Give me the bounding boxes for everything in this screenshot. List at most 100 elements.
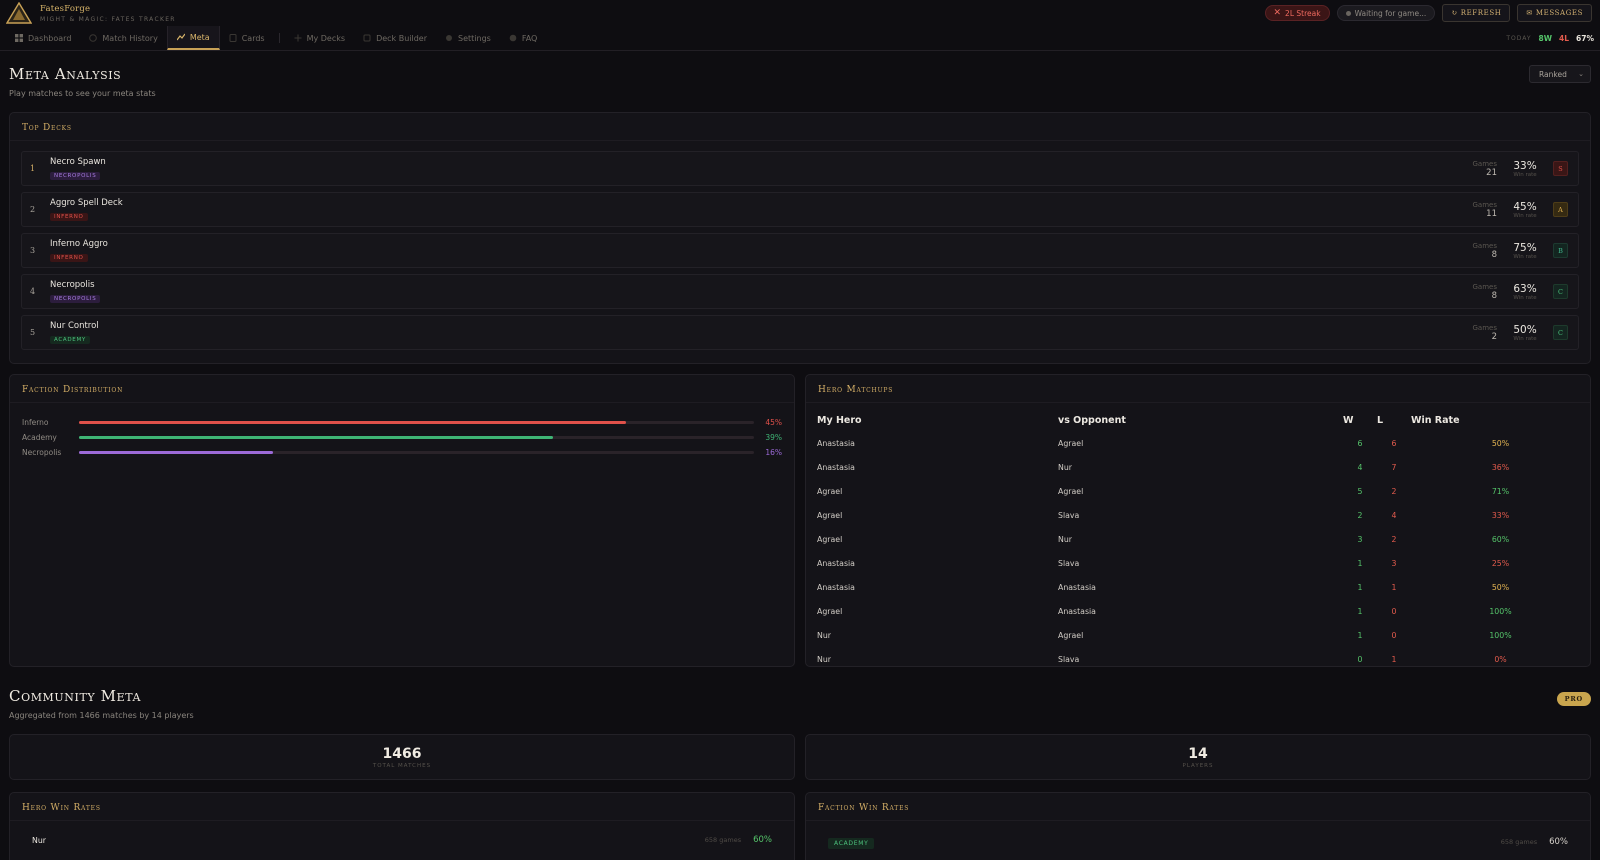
my-hero-cell: Anastasia bbox=[817, 582, 855, 592]
deck-rank: 3 bbox=[30, 246, 36, 255]
today-winrate: 67% bbox=[1576, 33, 1594, 43]
my-hero-cell: Nur bbox=[817, 654, 831, 664]
tab-match-history[interactable]: Match History bbox=[80, 26, 166, 50]
grade-badge: C bbox=[1553, 325, 1568, 340]
tab-meta[interactable]: Meta bbox=[166, 26, 220, 50]
table-row[interactable]: Anastasia Anastasia 1 1 50% bbox=[806, 575, 1590, 599]
tab-deck-builder[interactable]: Deck Builder bbox=[354, 26, 436, 50]
deck-winrate: 63% bbox=[1513, 282, 1537, 295]
build-icon bbox=[363, 34, 371, 42]
deck-row[interactable]: 2 Aggro Spell Deck INFERNO Games 11 45% … bbox=[21, 192, 1579, 227]
logo-icon bbox=[6, 2, 32, 24]
wins-cell: 6 bbox=[1357, 438, 1363, 448]
page-title: Meta Analysis bbox=[9, 65, 122, 83]
games-count: 8 bbox=[1491, 290, 1497, 301]
help-icon bbox=[509, 34, 517, 42]
envelope-icon: ✉ bbox=[1526, 9, 1533, 17]
faction-tag: NECROPOLIS bbox=[50, 172, 101, 180]
win-rate-cell: 100% bbox=[1489, 630, 1512, 640]
total-matches-label: TOTAL MATCHES bbox=[372, 762, 432, 769]
deck-name: Inferno Aggro bbox=[50, 239, 108, 249]
deck-row[interactable]: 1 Necro Spawn NECROPOLIS Games 21 33% Wi… bbox=[21, 151, 1579, 186]
col-losses[interactable]: L bbox=[1377, 405, 1411, 431]
messages-button[interactable]: ✉ MESSAGES bbox=[1517, 4, 1592, 22]
page-subtitle: Play matches to see your meta stats bbox=[9, 89, 156, 98]
losses-cell: 3 bbox=[1391, 558, 1397, 568]
top-bar: FatesForge MIGHT & MAGIC: FATES TRACKER … bbox=[0, 0, 1600, 26]
deck-row[interactable]: 4 Necropolis NECROPOLIS Games 8 63% Win … bbox=[21, 274, 1579, 309]
faction-name: Inferno bbox=[22, 418, 49, 427]
deck-row[interactable]: 5 Nur Control ACADEMY Games 2 50% Win ra… bbox=[21, 315, 1579, 350]
mode-select[interactable]: Ranked ⌄ bbox=[1529, 65, 1591, 83]
table-row[interactable]: Anastasia Nur 4 7 36% bbox=[806, 455, 1590, 479]
table-row[interactable]: Agrael Slava 2 4 33% bbox=[806, 503, 1590, 527]
tab-cards[interactable]: Cards bbox=[220, 26, 274, 50]
streak-label: 2L Streak bbox=[1285, 8, 1321, 18]
app-title: FatesForge bbox=[40, 3, 91, 14]
my-hero-cell: Agrael bbox=[817, 510, 843, 520]
tab-label: Meta bbox=[189, 32, 210, 42]
tab-settings[interactable]: Settings bbox=[436, 26, 500, 50]
community-stats-row: 1466 TOTAL MATCHES 14 PLAYERS bbox=[9, 734, 1591, 780]
faction-bar-fill bbox=[79, 421, 626, 424]
col-win-rate[interactable]: Win Rate bbox=[1411, 405, 1590, 431]
clock-icon bbox=[89, 34, 98, 42]
tab-my-decks[interactable]: My Decks bbox=[285, 26, 354, 50]
deck-rank: 5 bbox=[30, 328, 36, 337]
table-row[interactable]: Agrael Nur 3 2 60% bbox=[806, 527, 1590, 551]
deck-rank: 1 bbox=[30, 164, 36, 173]
col-my-hero[interactable]: My Hero bbox=[806, 405, 1058, 431]
my-hero-cell: Nur bbox=[817, 630, 831, 640]
deck-rank: 2 bbox=[30, 205, 36, 214]
community-rates-row: Hero Win Rates Nur 658 games 60% Faction… bbox=[9, 792, 1591, 860]
winrate-label: Win rate bbox=[1513, 253, 1537, 260]
analysis-row: Faction Distribution Inferno 45% Academy bbox=[9, 374, 1591, 667]
table-row[interactable]: Nur Agrael 1 0 100% bbox=[806, 623, 1590, 647]
opponent-cell: Nur bbox=[1058, 534, 1072, 544]
my-hero-cell: Anastasia bbox=[817, 558, 855, 568]
deck-name: Necro Spawn bbox=[50, 157, 106, 167]
losses-cell: 1 bbox=[1391, 654, 1397, 664]
game-status: Waiting for game... bbox=[1336, 5, 1436, 21]
community-title: Community Meta bbox=[9, 687, 142, 705]
win-rate-cell: 71% bbox=[1491, 486, 1510, 496]
win-rate-cell: 36% bbox=[1491, 462, 1510, 472]
col-wins[interactable]: W bbox=[1343, 405, 1377, 431]
wins-cell: 1 bbox=[1357, 558, 1363, 568]
players-card: 14 PLAYERS bbox=[805, 734, 1591, 780]
my-hero-cell: Agrael bbox=[817, 606, 843, 616]
losses-cell: 1 bbox=[1391, 582, 1397, 592]
faction-bar-track bbox=[79, 421, 754, 424]
table-row[interactable]: Agrael Agrael 5 2 71% bbox=[806, 479, 1590, 503]
my-hero-cell: Agrael bbox=[817, 486, 843, 496]
faction-name: Academy bbox=[22, 433, 57, 442]
table-row[interactable]: Anastasia Slava 1 3 25% bbox=[806, 551, 1590, 575]
table-row[interactable]: Nur Slava 0 1 0% bbox=[806, 647, 1590, 671]
wins-cell: 5 bbox=[1357, 486, 1363, 496]
table-row[interactable]: Agrael Anastasia 1 0 100% bbox=[806, 599, 1590, 623]
games-label: Games bbox=[1472, 282, 1498, 291]
faction-bar-track bbox=[79, 451, 754, 454]
faction-tag: INFERNO bbox=[50, 254, 88, 262]
faction-distribution-title: Faction Distribution bbox=[10, 375, 794, 403]
tab-dashboard[interactable]: Dashboard bbox=[6, 26, 80, 50]
brand[interactable]: FatesForge MIGHT & MAGIC: FATES TRACKER bbox=[6, 2, 306, 24]
win-rate-cell: 50% bbox=[1491, 582, 1510, 592]
faction-tag: NECROPOLIS bbox=[50, 295, 101, 303]
table-row[interactable]: Anastasia Agrael 6 6 50% bbox=[806, 431, 1590, 455]
wins-cell: 1 bbox=[1357, 606, 1363, 616]
deck-rank: 4 bbox=[30, 287, 36, 296]
tab-faq[interactable]: FAQ bbox=[500, 26, 547, 50]
tab-label: Deck Builder bbox=[376, 33, 428, 43]
deck-row[interactable]: 3 Inferno Aggro INFERNO Games 8 75% Win … bbox=[21, 233, 1579, 268]
faction-bar-row: Necropolis 16% bbox=[22, 445, 782, 460]
refresh-icon: ↻ bbox=[1451, 9, 1458, 17]
col-vs-opponent[interactable]: vs Opponent bbox=[1058, 405, 1343, 431]
opponent-cell: Slava bbox=[1058, 510, 1080, 520]
win-rate-cell: 50% bbox=[1491, 438, 1510, 448]
hero-win-rates-card: Hero Win Rates Nur 658 games 60% bbox=[9, 792, 795, 860]
tab-label: Dashboard bbox=[28, 33, 72, 43]
faction-bar-fill bbox=[79, 436, 553, 439]
community-subtitle: Aggregated from 1466 matches by 14 playe… bbox=[9, 711, 194, 720]
refresh-button[interactable]: ↻ REFRESH bbox=[1442, 4, 1511, 22]
